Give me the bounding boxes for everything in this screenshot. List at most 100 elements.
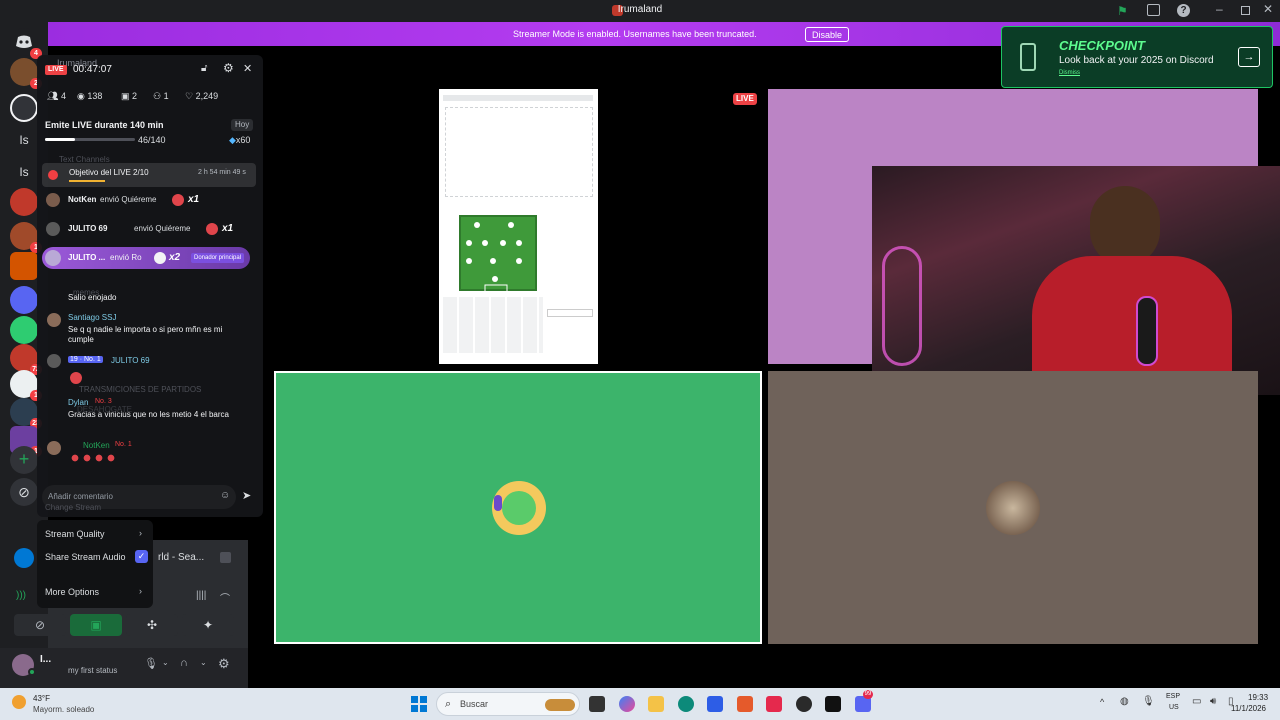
gift-count: x1 [222, 223, 234, 234]
participant-tile-green[interactable] [274, 371, 762, 644]
music-icon[interactable] [766, 696, 782, 712]
signal-icon: ))) [16, 590, 26, 601]
copilot-icon[interactable] [619, 696, 635, 712]
microphone-icon[interactable]: 🎙 [144, 657, 158, 670]
chevron-down-icon[interactable]: ⌄ [162, 658, 169, 667]
server-icon[interactable] [10, 252, 38, 280]
server-icon[interactable]: 1 [10, 222, 42, 253]
inbox-icon[interactable] [1147, 4, 1160, 16]
region-code[interactable]: US [1169, 704, 1179, 711]
language-code[interactable]: ESP [1166, 693, 1180, 700]
screenshare-button[interactable]: ▣ [70, 614, 122, 636]
network-icon[interactable]: ◍ [1120, 696, 1129, 707]
chevron-down-icon[interactable]: ⌄ [200, 658, 207, 667]
server-icon[interactable] [10, 286, 38, 314]
app-icon[interactable] [737, 696, 753, 712]
checkpoint-subtitle: Look back at your 2025 on Discord [1059, 55, 1214, 66]
tiktok-icon[interactable] [825, 696, 841, 712]
clock-date[interactable]: 11/1/2026 [1231, 704, 1266, 713]
server-icon[interactable]: Is [10, 126, 38, 154]
app-icon[interactable] [796, 696, 812, 712]
server-icon[interactable] [10, 188, 38, 216]
flag-icon[interactable]: ⚑ [1117, 4, 1129, 18]
gift-user: JULITO 69 [68, 224, 108, 233]
goal-progress-fill [45, 138, 75, 141]
emoji-icon[interactable]: ☺ [220, 490, 230, 501]
server-icon[interactable]: Is [10, 158, 38, 186]
server-icon[interactable]: 2 [10, 58, 42, 89]
discord-home-icon[interactable]: 4 [10, 28, 42, 59]
arrow-right-icon[interactable]: → [1238, 47, 1260, 67]
settings-gear-icon[interactable]: ⚙ [218, 656, 230, 672]
activities-button[interactable]: ✣ [126, 614, 178, 636]
chevron-up-icon[interactable]: ^ [1100, 697, 1104, 707]
display-icon[interactable]: ▭ [1192, 696, 1201, 707]
menu-item-share-audio[interactable]: Share Stream Audio ✓ [41, 547, 149, 567]
windows-start-icon[interactable] [411, 696, 427, 712]
server-icon[interactable] [10, 94, 38, 122]
close-window-icon[interactable]: ✕ [1263, 2, 1273, 16]
headphones-icon[interactable]: ∩ [180, 657, 188, 669]
participant-tile-brown[interactable] [768, 371, 1258, 644]
server-icon[interactable]: 1 [10, 370, 42, 401]
chat-user: JULITO 69 [111, 356, 150, 365]
viewers-count: 4 [60, 91, 66, 101]
rose-icon [70, 372, 82, 384]
search-box[interactable]: ⌕ Buscar [436, 692, 580, 716]
chat-badges: No. 1 [115, 441, 132, 448]
server-icon[interactable] [10, 316, 38, 344]
title-bar: Irumaland ⚑ ? – ✕ [0, 0, 1280, 22]
status-dot [28, 668, 36, 676]
checkbox-checked-icon[interactable]: ✓ [135, 550, 148, 563]
file-explorer-icon[interactable] [648, 696, 664, 712]
close-icon[interactable]: ✕ [243, 62, 252, 75]
soundboard-button[interactable]: ✦ [182, 614, 234, 636]
views-count: 138 [87, 91, 103, 101]
lock-icon[interactable]: 🔓︎ [201, 63, 207, 74]
clock-time[interactable]: 19:33 [1248, 693, 1268, 702]
voice-activity[interactable]: rld - Sea... [158, 552, 204, 563]
screenshare-tile[interactable] [439, 89, 598, 364]
goal-title: Emite LIVE durante 140 min [45, 120, 164, 130]
weather-icon[interactable] [12, 695, 26, 709]
volume-icon[interactable]: 🔊︎ [1210, 696, 1216, 707]
gift-count: x2 [169, 252, 181, 263]
dismiss-link[interactable]: Dismiss [1059, 70, 1080, 76]
settings-icon[interactable]: ⚙ [223, 61, 234, 75]
checkpoint-card[interactable]: CHECKPOINT Look back at your 2025 on Dis… [1001, 26, 1273, 88]
task-view-icon[interactable] [589, 696, 605, 712]
gifts-count: 2 [132, 91, 138, 101]
microphone-tray-icon[interactable]: 🎙︎ [1142, 696, 1155, 707]
objective-progress [69, 180, 105, 182]
webcam-stream[interactable] [872, 166, 1280, 395]
banner-message: Streamer Mode is enabled. Usernames have… [513, 29, 757, 39]
stop-stream-icon[interactable] [220, 552, 231, 563]
discover-icon[interactable]: ⊘ [10, 478, 38, 506]
server-icon[interactable]: 23 [10, 398, 42, 429]
disable-button[interactable]: Disable [805, 27, 850, 42]
notification-badge: 99 [863, 690, 873, 699]
camera-off-button[interactable]: ⊘ [14, 614, 66, 636]
server-icon[interactable]: 72 [10, 344, 42, 375]
soundboard-icon[interactable]: |||| [196, 590, 206, 601]
screenshare-toolbar [443, 95, 593, 101]
comment-placeholder: Añadir comentario [48, 492, 113, 501]
bg-channel-text: TRANSMICIONES DE PARTIDOS [79, 385, 202, 394]
help-icon[interactable]: ? [1177, 4, 1190, 17]
discord-taskbar-icon[interactable]: 99 [855, 690, 873, 712]
menu-item-stream-quality[interactable]: Stream Quality › [41, 524, 149, 544]
app-icon[interactable] [707, 696, 723, 712]
maximize-icon[interactable] [1241, 6, 1250, 15]
disconnect-icon[interactable]: ⌒ [220, 590, 230, 605]
add-server-icon[interactable]: + [10, 446, 38, 474]
minimize-icon[interactable]: – [1216, 2, 1223, 16]
live-timer: 00:47:07 [73, 64, 112, 75]
user-name: I... [40, 654, 52, 665]
edge-icon[interactable] [678, 696, 694, 712]
gift-row: JULITO 69 envió Quiéreme x1 [42, 220, 256, 238]
send-icon[interactable]: ➤ [242, 489, 251, 502]
bg-channel-text: Change Stream [45, 503, 102, 512]
objective-row[interactable]: Objetivo del LIVE 2/10 2 h 54 min 49 s [42, 163, 256, 187]
menu-item-more-options[interactable]: More Options › [41, 582, 149, 602]
objective-icon [48, 170, 58, 180]
